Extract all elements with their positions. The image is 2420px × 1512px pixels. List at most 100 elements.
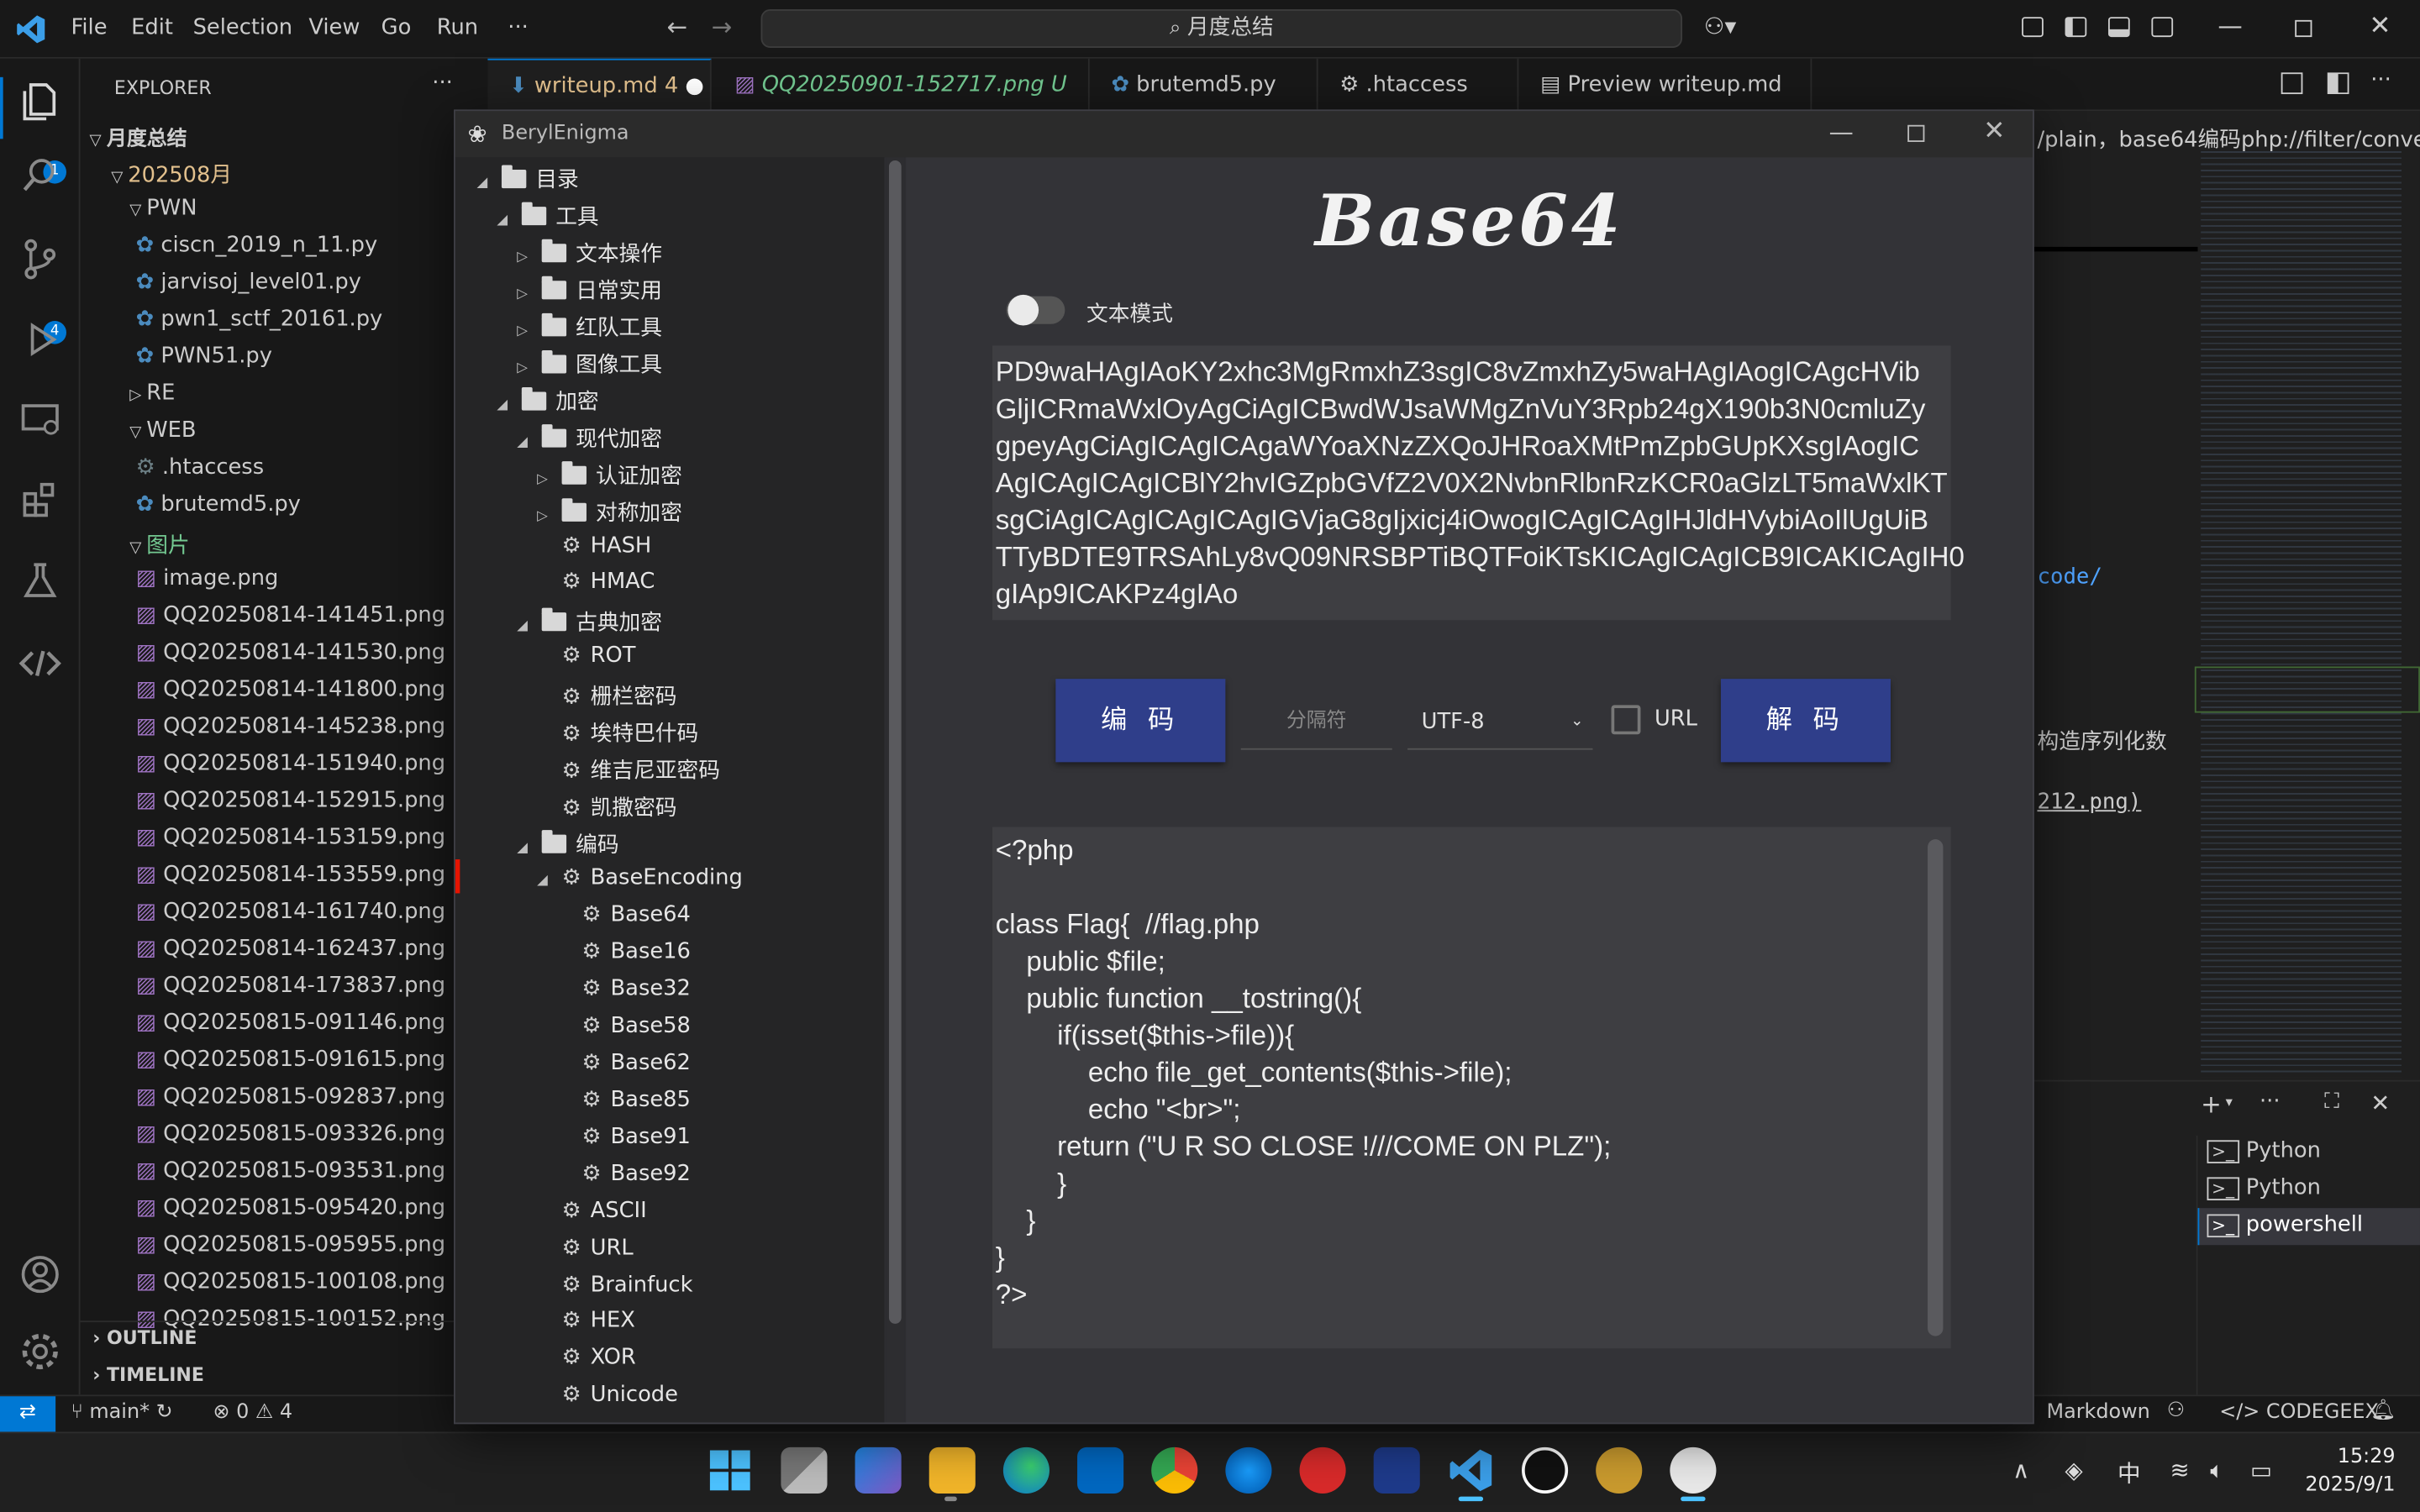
tree-node[interactable]: ⚙ ROT xyxy=(537,644,636,669)
tree-node[interactable]: ⚙ Base16 xyxy=(557,939,690,963)
folder-images[interactable]: ▽ 图片 xyxy=(129,529,189,560)
panel-more-icon[interactable]: ··· xyxy=(2260,1089,2281,1114)
menu-go[interactable]: Go xyxy=(381,15,412,39)
restore-icon[interactable] xyxy=(2295,19,2312,38)
tab-htaccess[interactable]: ⚙ .htaccess xyxy=(1318,58,1519,112)
task-view-icon[interactable] xyxy=(781,1446,828,1494)
tree-node[interactable]: ⚙ Base64 xyxy=(557,902,690,927)
folder-pwn[interactable]: ▽ PWN xyxy=(129,196,197,220)
accounts-icon[interactable] xyxy=(18,1252,61,1295)
tray-app-icon[interactable]: ◈ xyxy=(2065,1457,2083,1484)
copilot-icon[interactable]: ⚇▾ xyxy=(1704,13,1737,40)
tree-node[interactable]: ◢ 现代加密 xyxy=(517,423,662,454)
open-preview-icon[interactable] xyxy=(2281,72,2303,95)
explorer-file[interactable]: ▨ QQ20250814-141451.png xyxy=(136,603,445,627)
menu-edit[interactable]: Edit xyxy=(131,15,173,39)
output-textarea[interactable]: <?php class Flag{ //flag.php public $file… xyxy=(992,827,1951,1349)
app-maximize-icon[interactable] xyxy=(1907,124,1925,142)
tab-preview-writeup[interactable]: ▤ Preview writeup.md xyxy=(1518,58,1812,112)
explorer-file[interactable]: ✿ PWN51.py xyxy=(136,344,272,369)
run-debug-icon[interactable] xyxy=(18,318,61,360)
tree-node[interactable]: ▷ 图像工具 xyxy=(517,349,662,380)
menu-more[interactable]: ··· xyxy=(508,15,529,39)
tree-node[interactable]: ⚙ 凯撒密码 xyxy=(537,792,677,823)
outline-section[interactable]: › OUTLINE xyxy=(92,1327,197,1349)
explorer-file[interactable]: ▨ QQ20250814-161740.png xyxy=(136,900,445,924)
charset-select[interactable]: UTF-8 ⌄ xyxy=(1407,701,1593,750)
tree-node[interactable]: ⚙ 栅栏密码 xyxy=(537,681,677,712)
language-mode[interactable]: Markdown xyxy=(2047,1401,2150,1425)
tree-node[interactable]: ⚙ Brainfuck xyxy=(537,1272,693,1296)
tree-node[interactable]: ▷ 文本操作 xyxy=(517,238,662,269)
remote-indicator-icon[interactable]: ⇄ xyxy=(0,1396,56,1434)
workspace-root[interactable]: ▽ 月度总结 xyxy=(90,122,187,151)
terminal-item-python-2[interactable]: >_ Python xyxy=(2207,1176,2321,1200)
codegeex-icon[interactable] xyxy=(18,642,61,685)
separator-input[interactable]: 分隔符 xyxy=(1240,701,1392,750)
tree-node[interactable]: ⚙ URL xyxy=(537,1235,634,1259)
text-mode-toggle[interactable] xyxy=(1006,294,1065,326)
timeline-section[interactable]: › TIMELINE xyxy=(92,1364,204,1386)
explorer-file[interactable]: ▨ QQ20250815-095420.png xyxy=(136,1195,445,1220)
explorer-file[interactable]: ▨ QQ20250814-173837.png xyxy=(136,974,445,998)
codegeex-status[interactable]: </> CODEGEEX xyxy=(2219,1401,2379,1425)
microsoft-store-icon[interactable] xyxy=(1077,1446,1124,1494)
explorer-more-icon[interactable]: ··· xyxy=(432,71,453,95)
wifi-icon[interactable]: ≋ xyxy=(2170,1457,2189,1484)
volume-icon[interactable]: 🔈︎ xyxy=(2210,1457,2224,1484)
testing-flask-icon[interactable] xyxy=(18,559,61,601)
tree-node[interactable]: ◢ 工具 xyxy=(497,201,599,232)
app-close-icon[interactable]: ✕ xyxy=(1983,116,2005,147)
tree-node[interactable]: ⚙ XOR xyxy=(537,1346,636,1370)
folder-web[interactable]: ▽ WEB xyxy=(129,418,196,443)
tree-node[interactable]: ⚙ Base32 xyxy=(557,976,690,1000)
edge-dev-icon[interactable] xyxy=(1225,1446,1272,1494)
minimize-icon[interactable]: — xyxy=(2217,11,2242,40)
decode-button[interactable]: 解 码 xyxy=(1720,679,1891,763)
folder-202508[interactable]: ▽ 202508月 xyxy=(111,159,232,190)
customize-layout-icon[interactable] xyxy=(2022,17,2044,38)
tree-scrollbar-thumb[interactable] xyxy=(888,160,902,1324)
tree-node[interactable]: ◢ 目录 xyxy=(477,164,579,195)
menu-run[interactable]: Run xyxy=(437,15,478,39)
file-explorer-icon[interactable] xyxy=(929,1446,976,1494)
app-pre-icon[interactable] xyxy=(855,1446,902,1494)
tree-node[interactable]: ⚙ HASH xyxy=(537,533,652,558)
explorer-file[interactable]: ▨ QQ20250814-153559.png xyxy=(136,863,445,887)
app-minimize-icon[interactable]: — xyxy=(1829,118,1854,147)
explorer-file[interactable]: ▨ QQ20250815-100108.png xyxy=(136,1270,445,1294)
tree-node[interactable]: ⚙ ASCII xyxy=(537,1198,647,1222)
terminal-item-powershell-label[interactable]: >_ powershell xyxy=(2207,1213,2363,1238)
extensions-icon[interactable] xyxy=(18,478,61,521)
chrome-icon[interactable] xyxy=(1151,1446,1198,1494)
tree-node[interactable]: ⚙ Base85 xyxy=(557,1087,690,1111)
app-cq-icon[interactable] xyxy=(1373,1446,1420,1494)
tree-node[interactable]: ▷ 认证加密 xyxy=(537,459,682,491)
ime-indicator[interactable]: 中 xyxy=(2118,1457,2141,1489)
input-textarea[interactable]: PD9waHAgIAoKY2xhc3MgRmxhZ3sgIC8vZmxhZy5w… xyxy=(992,345,1965,621)
berylenigma-taskbar-icon[interactable] xyxy=(1670,1446,1717,1494)
toggle-sidebar-icon[interactable] xyxy=(2065,17,2087,38)
explorer-file[interactable]: ▨ QQ20250814-141530.png xyxy=(136,640,445,664)
tree-node[interactable]: ⚙ Base92 xyxy=(557,1161,690,1185)
remote-explorer-icon[interactable] xyxy=(18,398,61,441)
command-center-search[interactable]: ⌕ 月度总结 xyxy=(760,9,1683,48)
source-control-icon[interactable] xyxy=(18,238,61,281)
explorer-file[interactable]: ▨ QQ20250815-093326.png xyxy=(136,1121,445,1146)
back-arrow-icon[interactable]: ← xyxy=(666,13,687,42)
tree-node[interactable]: ◢ 加密 xyxy=(497,386,599,417)
start-windows-icon[interactable] xyxy=(707,1447,753,1494)
maximize-panel-icon[interactable]: ⛶ xyxy=(2324,1089,2339,1114)
explorer-file[interactable]: ✿ jarvisoj_level01.py xyxy=(136,270,361,294)
tree-node[interactable]: ▷ 红队工具 xyxy=(517,312,662,343)
tab-qq-png[interactable]: ▨ QQ20250901-152717.png U xyxy=(713,58,1090,112)
tree-node[interactable]: ⚙ Base91 xyxy=(557,1124,690,1148)
explorer-file[interactable]: ▨ QQ20250815-091615.png xyxy=(136,1047,445,1072)
branch-indicator[interactable]: ⑂ main* ↻ xyxy=(71,1401,172,1425)
close-icon[interactable]: ✕ xyxy=(2369,11,2391,42)
tree-node[interactable]: ▷ 对称加密 xyxy=(537,496,682,528)
explorer-file[interactable]: ▨ QQ20250814-152915.png xyxy=(136,789,445,813)
file-htaccess[interactable]: ⚙ .htaccess xyxy=(136,455,264,480)
minimap[interactable] xyxy=(2201,150,2402,1078)
explorer-file[interactable]: ▨ QQ20250815-092837.png xyxy=(136,1084,445,1109)
